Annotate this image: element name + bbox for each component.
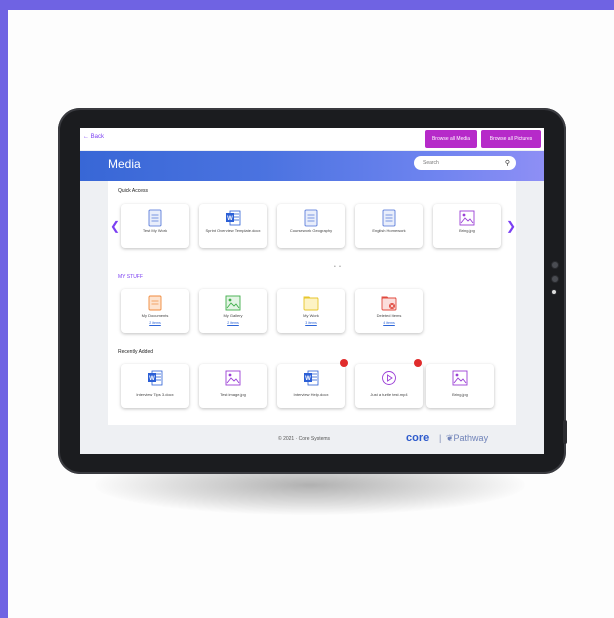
pathway-logo: ❦Pathway: [446, 433, 488, 444]
recent-card[interactable]: W Interview Tips 3.docx: [121, 364, 189, 408]
document-icon: [382, 209, 396, 227]
page-header: Media Search ⚲: [80, 151, 544, 181]
card-label: My Documents: [141, 313, 169, 318]
document-icon: [148, 209, 162, 227]
item-count[interactable]: 3 items: [279, 321, 343, 325]
gallery-icon: [225, 295, 241, 311]
word-icon: W: [226, 210, 241, 226]
browse-all-pictures-button[interactable]: Browse all Pictures: [481, 130, 541, 148]
item-count[interactable]: 4 items: [357, 321, 421, 325]
item-count[interactable]: 2 items: [201, 321, 265, 325]
top-bar: ← Back Browse all Media Browse all Pictu…: [80, 128, 544, 150]
chevron-left-icon[interactable]: ❮: [110, 219, 120, 233]
folder-icon: [303, 296, 319, 311]
recent-card[interactable]: Bring.jpg: [426, 364, 494, 408]
media-content: Quick Access ❮ ❯ Test My Work W Sprint O…: [108, 181, 516, 425]
my-stuff-card[interactable]: My Documents 2 items: [121, 289, 189, 333]
new-badge: [414, 359, 422, 367]
recently-added-title: Recently Added: [118, 349, 154, 355]
my-stuff-title: MY STUFF: [118, 274, 143, 280]
document-icon: [304, 209, 318, 227]
word-icon: W: [304, 370, 319, 386]
my-stuff-card[interactable]: Deleted Items 4 items: [355, 289, 423, 333]
copyright-text: © 2021 · Core Systems: [278, 436, 331, 442]
svg-text:W: W: [305, 376, 311, 382]
quick-access-card[interactable]: W Sprint Overview Template.docx: [199, 204, 267, 248]
page-title: Media: [108, 157, 141, 171]
chevron-right-icon[interactable]: ❯: [506, 219, 516, 233]
recent-card[interactable]: Just a turtle test.mp4: [355, 364, 423, 408]
quick-access-card[interactable]: Bring.jpg: [433, 204, 501, 248]
logo-separator: |: [439, 433, 442, 443]
app-screen: ← Back Browse all Media Browse all Pictu…: [80, 128, 544, 454]
item-count[interactable]: 2 items: [123, 321, 187, 325]
browse-all-media-button[interactable]: Browse all Media: [425, 130, 477, 148]
card-label: Deleted Items: [376, 313, 402, 318]
pathway-logo-mark: ❦: [446, 433, 454, 443]
carousel-pagination[interactable]: • •: [334, 264, 342, 270]
card-label: English Homework: [372, 228, 406, 233]
recent-card[interactable]: Test image.jpg: [199, 364, 267, 408]
footer: © 2021 · Core Systems core | ❦Pathway: [80, 425, 544, 454]
play-icon: [382, 371, 396, 385]
recent-card[interactable]: W Interview Help.docx: [277, 364, 345, 408]
folder-icon: [148, 295, 162, 311]
camera-dot: [551, 261, 559, 269]
tablet-side-button: [563, 420, 567, 444]
image-icon: [225, 370, 241, 386]
my-stuff-card[interactable]: My Work 3 items: [277, 289, 345, 333]
pathway-logo-text: Pathway: [453, 433, 489, 443]
my-stuff-card[interactable]: My Gallery 2 items: [199, 289, 267, 333]
card-label: Interview Tips 3.docx: [136, 392, 174, 397]
back-link[interactable]: ← Back: [83, 134, 104, 140]
search-placeholder: Search: [423, 160, 439, 166]
card-label: Coursework Geography: [289, 228, 333, 233]
core-logo: core: [406, 432, 430, 444]
card-label: Test My Work: [142, 228, 168, 233]
card-label: Interview Help.docx: [293, 392, 329, 397]
svg-text:W: W: [227, 216, 233, 222]
quick-access-title: Quick Access: [118, 188, 149, 194]
card-label: Bring.jpg: [459, 228, 475, 233]
quick-access-card[interactable]: English Homework: [355, 204, 423, 248]
word-icon: W: [148, 370, 163, 386]
svg-text:W: W: [149, 376, 155, 382]
image-icon: [459, 210, 475, 226]
search-input[interactable]: Search ⚲: [414, 156, 516, 170]
search-icon[interactable]: ⚲: [505, 159, 510, 167]
home-dot: [551, 289, 557, 295]
card-label: Bring.jpg: [452, 392, 468, 397]
card-label: My Gallery: [223, 313, 243, 318]
card-label: Sprint Overview Template.docx: [205, 228, 261, 233]
quick-access-card[interactable]: Coursework Geography: [277, 204, 345, 248]
sensor-dot: [551, 275, 559, 283]
card-label: My Work: [303, 313, 319, 318]
trash-icon: [381, 296, 397, 311]
card-label: Just a turtle test.mp4: [370, 392, 408, 397]
new-badge: [340, 359, 348, 367]
image-icon: [452, 370, 468, 386]
card-label: Test image.jpg: [220, 392, 246, 397]
quick-access-card[interactable]: Test My Work: [121, 204, 189, 248]
